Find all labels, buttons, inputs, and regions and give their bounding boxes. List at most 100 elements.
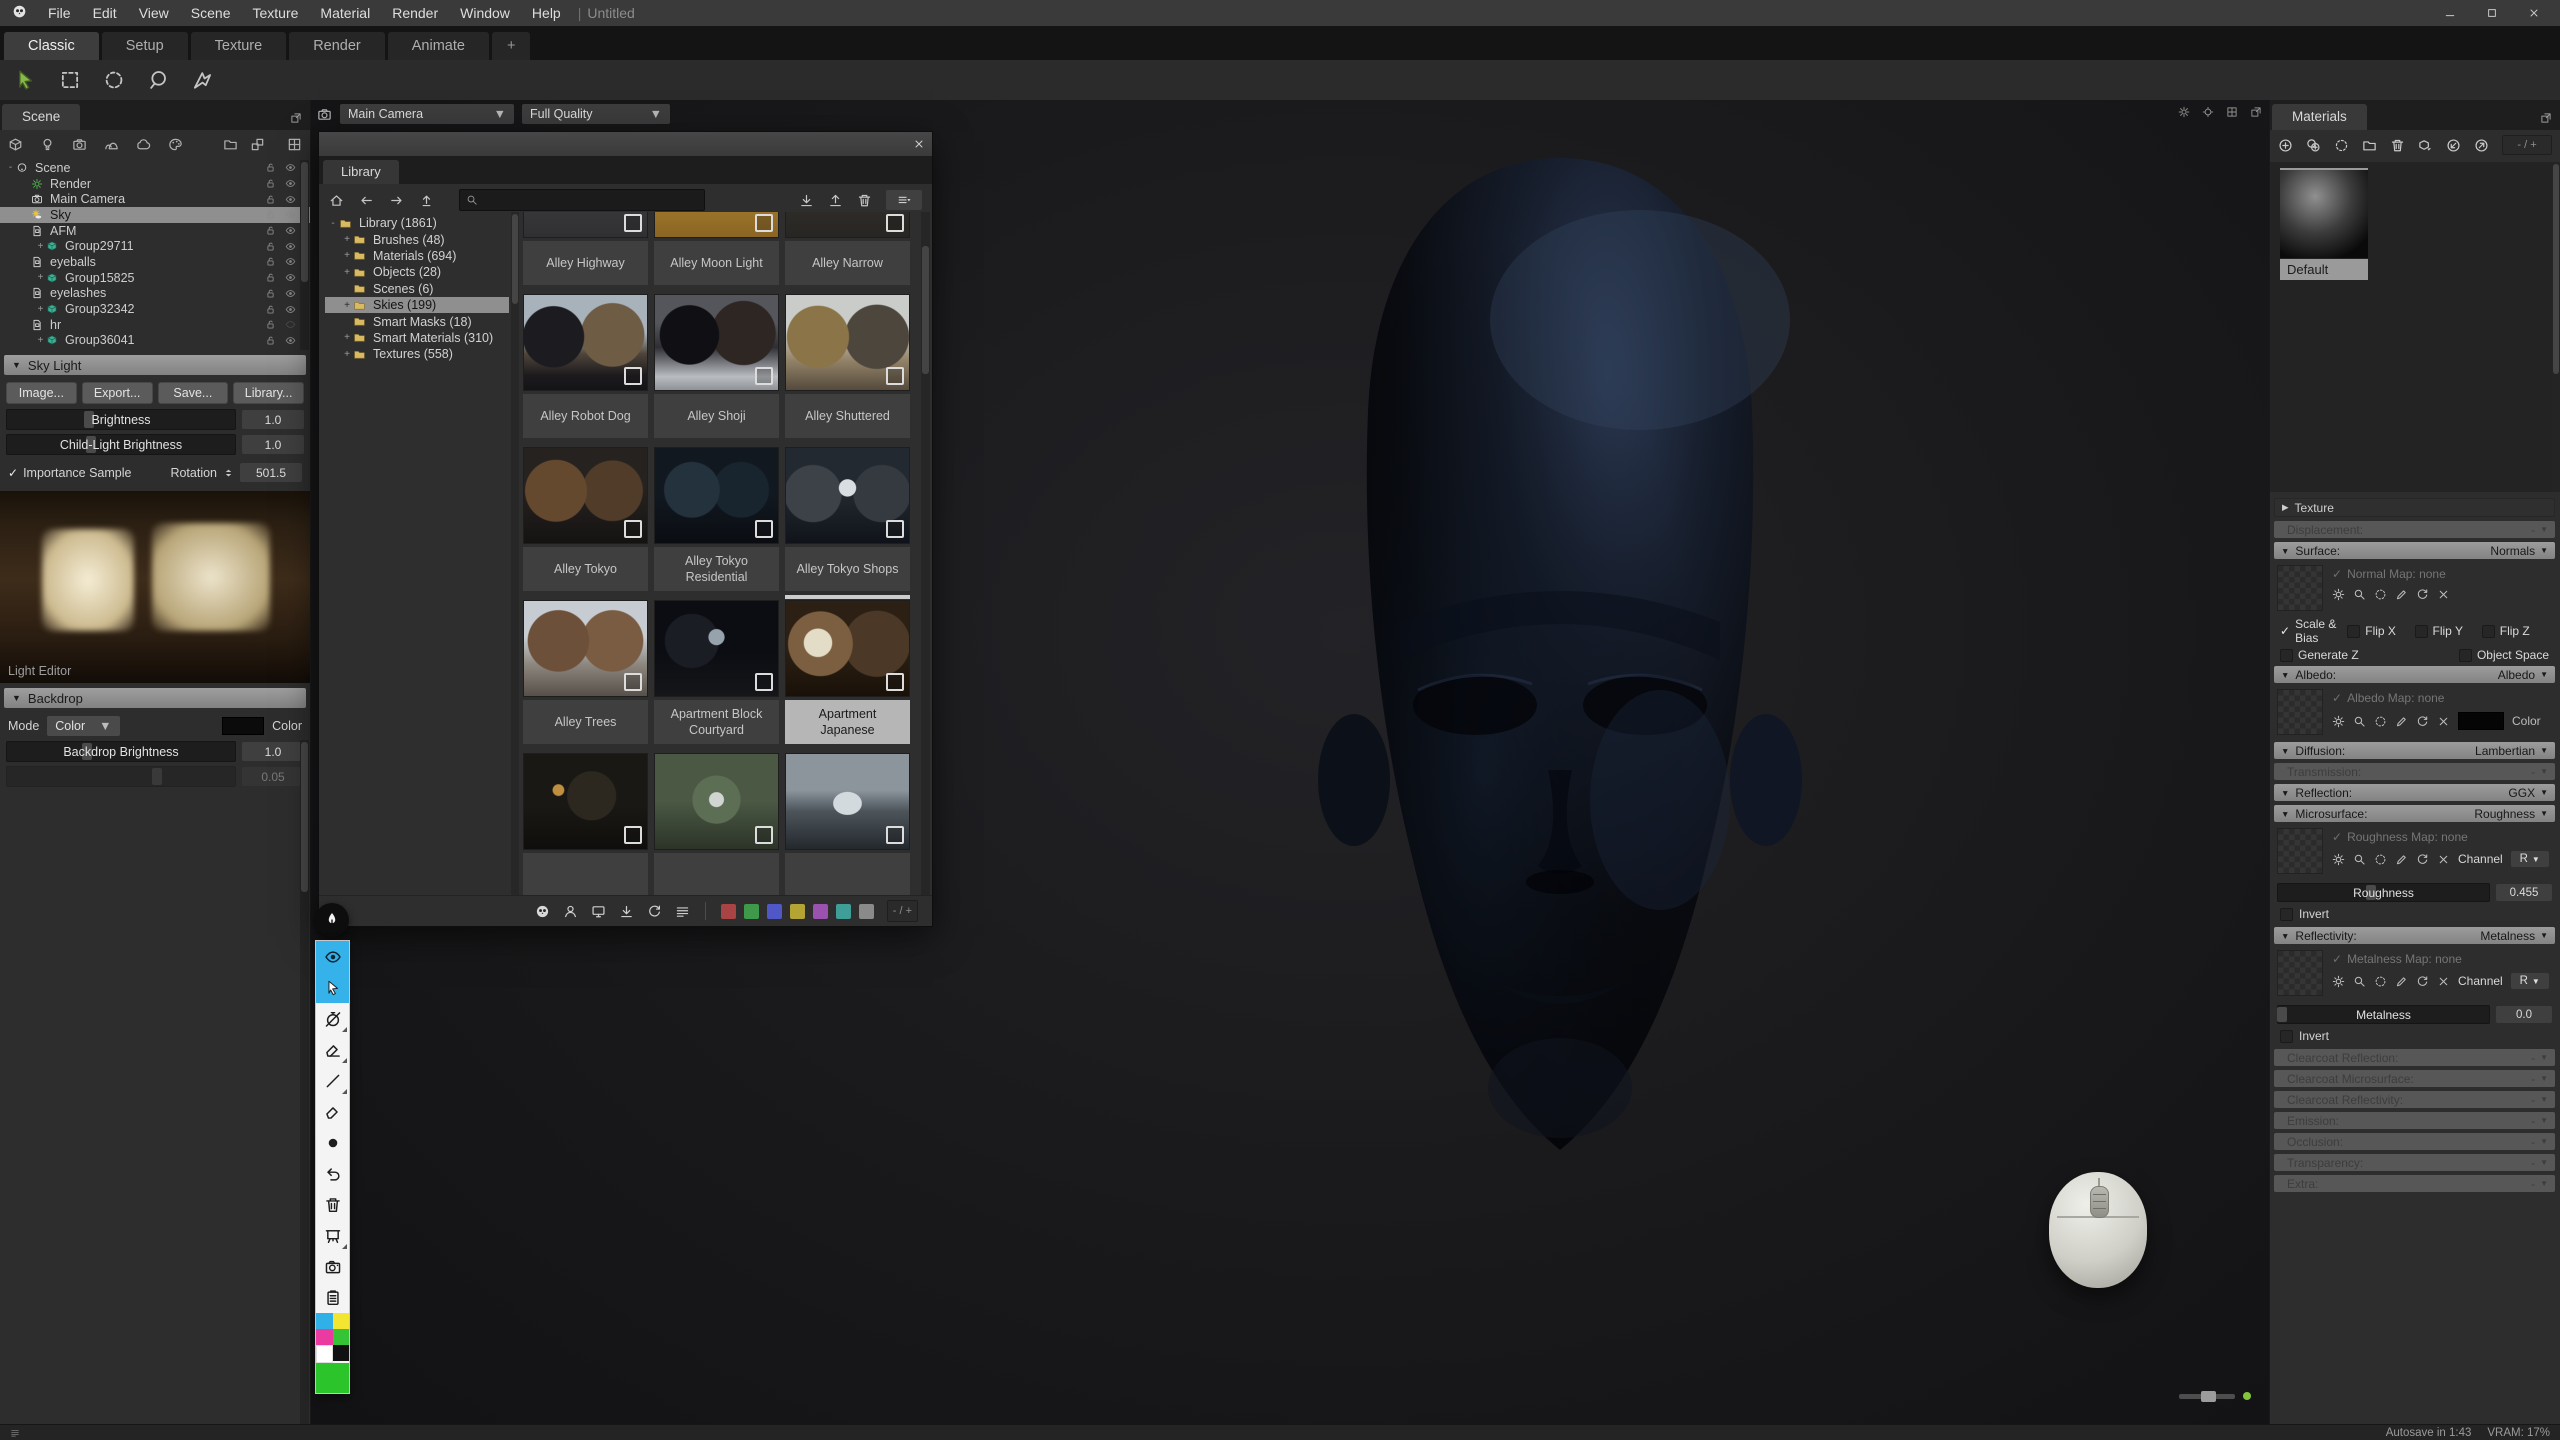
library-thumbnail[interactable]: Alley Robot Dog: [523, 294, 648, 438]
visibility-toggle[interactable]: [285, 319, 296, 330]
backdrop-brightness-slider[interactable]: Backdrop Brightness1.0: [6, 742, 304, 761]
library-thumbnail[interactable]: [785, 753, 910, 896]
rectangle-select-tool[interactable]: [52, 64, 88, 96]
map-gear-button[interactable]: [2332, 975, 2345, 988]
viewport-crosshair-button[interactable]: [2202, 106, 2214, 118]
minimize-button[interactable]: [2444, 7, 2456, 19]
library-thumbnail[interactable]: [523, 753, 648, 896]
materials-popout-icon[interactable]: [2540, 112, 2552, 124]
library-thumbnail[interactable]: Alley Tokyo Shops: [785, 447, 910, 591]
library-thumbnail[interactable]: Apartment Japanese: [785, 600, 910, 744]
tag-color-swatch[interactable]: [767, 904, 782, 919]
library-trash-button[interactable]: [857, 193, 872, 208]
thumbnail-checkbox[interactable]: [886, 367, 904, 385]
tree-expand-toggle[interactable]: +: [35, 241, 46, 252]
map-dot-sphere-button[interactable]: [2374, 715, 2387, 728]
library-arrow-up-out-button[interactable]: [419, 193, 434, 208]
rotation-stepper[interactable]: [223, 466, 234, 480]
palette-color-swatch[interactable]: [333, 1329, 350, 1345]
material-section-clearcoat-reflection[interactable]: Clearcoat Reflection:-▼: [2274, 1049, 2555, 1066]
map-pencil-button[interactable]: [2395, 715, 2408, 728]
add-tab-button[interactable]: +: [492, 32, 530, 60]
lock-toggle[interactable]: [265, 335, 276, 346]
lock-toggle[interactable]: [265, 288, 276, 299]
map-close-button[interactable]: [2437, 588, 2450, 601]
map-close-button[interactable]: [2437, 715, 2450, 728]
library-thumbnail[interactable]: Apartment Block Courtyard: [654, 600, 779, 744]
lock-toggle[interactable]: [265, 194, 276, 205]
child-light-brightness-slider[interactable]: Child-Light Brightness1.0: [6, 435, 304, 454]
thumbnail-checkbox[interactable]: [624, 214, 642, 232]
lock-toggle[interactable]: [265, 225, 276, 236]
menu-render[interactable]: Render: [381, 5, 449, 21]
scene-tree-item[interactable]: +Group32342: [0, 301, 310, 317]
lock-toggle[interactable]: [265, 319, 276, 330]
library-zoom-control[interactable]: - / +: [887, 900, 918, 922]
scene-tool-stack-cubes[interactable]: [250, 137, 265, 152]
material-tool-circ-dl[interactable]: [2446, 138, 2461, 153]
lock-toggle[interactable]: [265, 178, 276, 189]
scene-tree-item[interactable]: -Scene: [0, 160, 310, 176]
menu-window[interactable]: Window: [449, 5, 521, 21]
material-section-reflection[interactable]: ▼Reflection:GGX▼: [2274, 784, 2555, 801]
material-tool-trash[interactable]: [2390, 138, 2405, 153]
library-thumbnail[interactable]: Alley Trees: [523, 600, 648, 744]
viewport-popout-button[interactable]: [2250, 106, 2262, 118]
viewport-zoom-slider[interactable]: [2179, 1392, 2251, 1400]
map-gear-button[interactable]: [2332, 715, 2345, 728]
material-section-occlusion[interactable]: Occlusion:-▼: [2274, 1133, 2555, 1150]
maximize-button[interactable]: [2486, 7, 2498, 19]
thumbnail-checkbox[interactable]: [755, 214, 773, 232]
scene-tool-camera[interactable]: [72, 137, 87, 152]
menu-edit[interactable]: Edit: [82, 5, 128, 21]
slider-track[interactable]: [6, 766, 236, 787]
library-thumbnail[interactable]: Alley Shuttered: [785, 294, 910, 438]
channel-select[interactable]: R▼: [2511, 851, 2549, 867]
library-thumbnail[interactable]: Alley Narrow: [785, 212, 910, 285]
visibility-toggle[interactable]: [285, 272, 296, 283]
thumbnail-checkbox[interactable]: [755, 673, 773, 691]
slider-value[interactable]: 1.0: [242, 742, 304, 761]
visibility-toggle[interactable]: [285, 194, 296, 205]
material-section-clearcoat-reflectivity[interactable]: Clearcoat Reflectivity:-▼: [2274, 1091, 2555, 1108]
material-section-emission[interactable]: Emission:-▼: [2274, 1112, 2555, 1129]
sky-image-button[interactable]: Image...: [6, 382, 77, 404]
scene-tool-rocks[interactable]: [104, 137, 119, 152]
flip-x-checkbox[interactable]: Flip X: [2347, 617, 2414, 645]
backdrop-header[interactable]: ▼ Backdrop: [4, 688, 306, 708]
status-log-icon[interactable]: [10, 1428, 20, 1438]
library-folder-item[interactable]: +Smart Materials (310): [325, 330, 509, 346]
line-tool[interactable]: [316, 1065, 349, 1096]
quality-select[interactable]: Full Quality ▼: [522, 104, 670, 124]
thumbnail-scrollbar[interactable]: [921, 212, 930, 896]
viewport-gear-button[interactable]: [2178, 106, 2190, 118]
backdrop-mode-select[interactable]: Color ▼: [47, 716, 119, 736]
material-section-extra[interactable]: Extra:-▼: [2274, 1175, 2555, 1192]
folder-expand-toggle[interactable]: +: [341, 332, 353, 343]
library-footer-person-button[interactable]: [563, 904, 578, 919]
map-thumbnail[interactable]: [2277, 689, 2323, 735]
folder-expand-toggle[interactable]: +: [341, 300, 353, 311]
screenshot-tool[interactable]: [316, 1251, 349, 1282]
rotation-value[interactable]: 501.5: [240, 463, 302, 482]
menu-scene[interactable]: Scene: [180, 5, 242, 21]
thumbnail-checkbox[interactable]: [624, 826, 642, 844]
library-arrow-left-button[interactable]: [359, 193, 374, 208]
visibility-toggle[interactable]: [285, 225, 296, 236]
clipboard-tool[interactable]: [316, 1282, 349, 1313]
map-refresh-button[interactable]: [2416, 853, 2429, 866]
folder-expand-toggle[interactable]: +: [341, 349, 353, 360]
palette-color-swatch[interactable]: [316, 1345, 333, 1363]
close-button[interactable]: [2528, 7, 2540, 19]
sky-save-button[interactable]: Save...: [158, 382, 229, 404]
panel-scrollbar[interactable]: [300, 740, 309, 1425]
material-section-transmission[interactable]: Transmission:-▼: [2274, 763, 2555, 780]
tree-expand-toggle[interactable]: +: [35, 272, 46, 283]
menu-view[interactable]: View: [128, 5, 180, 21]
library-home-button[interactable]: [329, 193, 344, 208]
visibility-toggle[interactable]: [285, 162, 296, 173]
thumbnail-checkbox[interactable]: [624, 673, 642, 691]
tab-classic[interactable]: Classic: [4, 32, 99, 60]
thumbnail-checkbox[interactable]: [755, 826, 773, 844]
camera-select[interactable]: Main Camera ▼: [340, 104, 514, 124]
